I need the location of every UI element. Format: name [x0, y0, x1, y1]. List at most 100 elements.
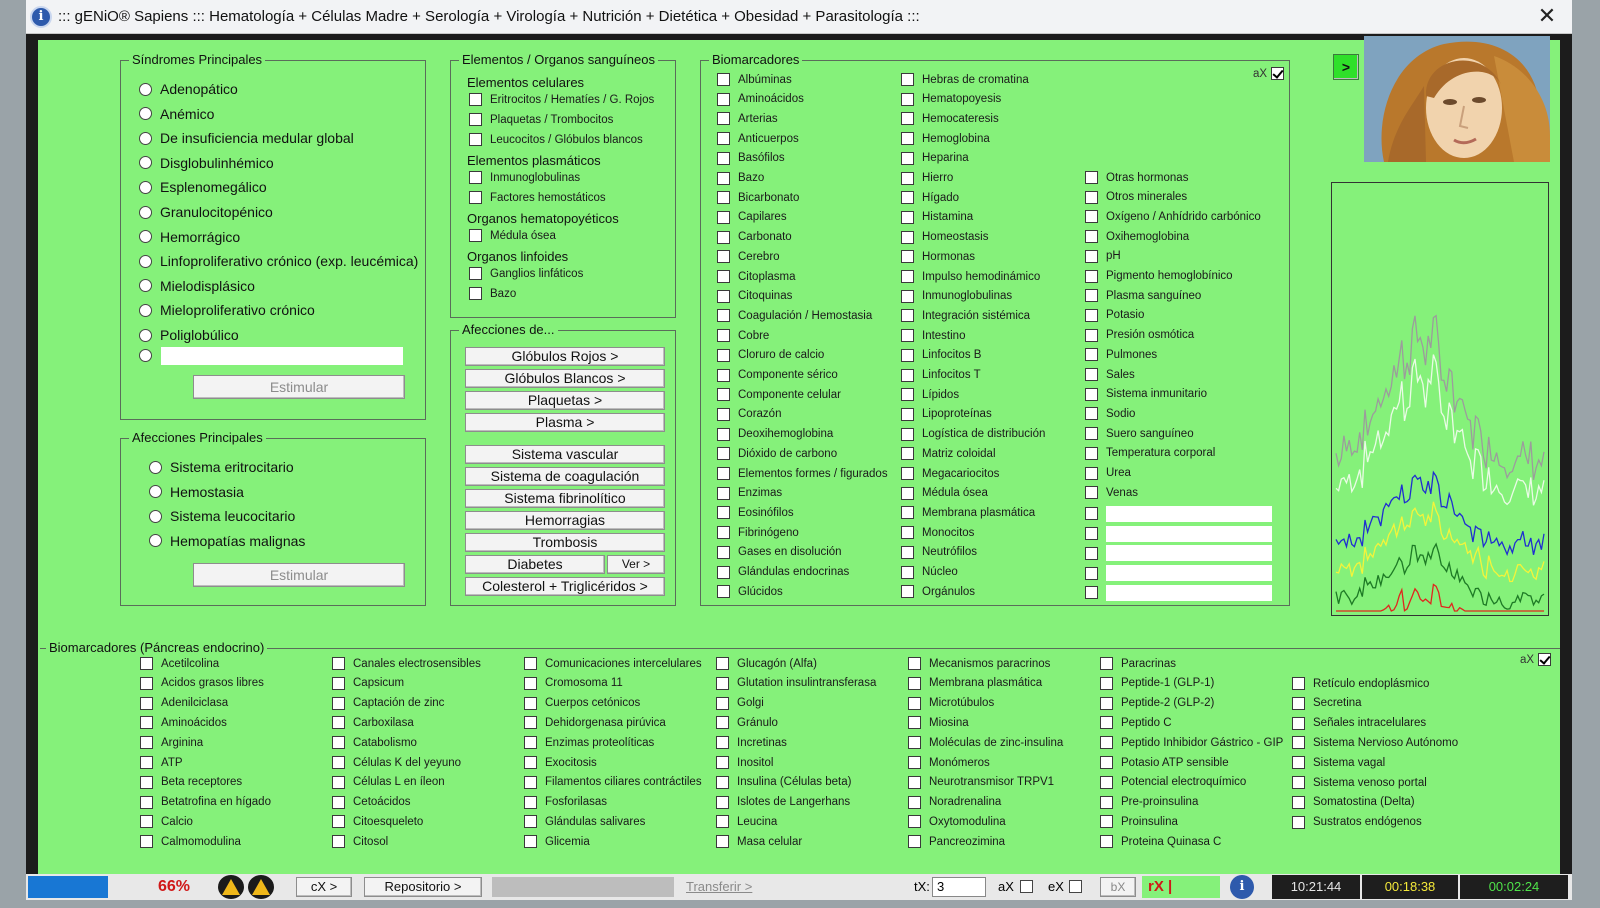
- checkbox[interactable]: [140, 756, 153, 769]
- checkbox[interactable]: [717, 348, 730, 362]
- pancreas-item[interactable]: Glucagón (Alfa): [716, 657, 817, 670]
- biomarcador-item[interactable]: pH: [1085, 249, 1121, 263]
- sindrome-option[interactable]: Linfoproliferativo crónico (exp. leucémi…: [139, 253, 418, 269]
- pancreas-item[interactable]: Golgi: [716, 696, 764, 710]
- pancreas-item[interactable]: Acidos grasos libres: [140, 676, 264, 690]
- biomarcador-item[interactable]: Deoxihemoglobina: [717, 427, 833, 441]
- afeccion-option[interactable]: Hemostasia: [149, 484, 244, 500]
- biomarcador-item[interactable]: Núcleo: [901, 565, 958, 579]
- checkbox[interactable]: [716, 815, 729, 829]
- checkbox[interactable]: [332, 676, 345, 690]
- pancreas-item[interactable]: Paracrinas: [1100, 657, 1176, 670]
- pancreas-item[interactable]: Secretina: [1292, 696, 1362, 710]
- biomarcador-item[interactable]: Glándulas endocrinas: [717, 565, 849, 579]
- checkbox[interactable]: [717, 467, 730, 480]
- afecciones-estimular-button[interactable]: Estimular: [193, 563, 405, 587]
- checkbox[interactable]: [1085, 427, 1098, 441]
- pancreas-item[interactable]: Membrana plasmática: [908, 676, 1042, 690]
- biomarcador-item[interactable]: Hemocateresis: [901, 112, 999, 126]
- checkbox[interactable]: [1085, 527, 1098, 541]
- checkbox[interactable]: [717, 171, 730, 185]
- checkbox[interactable]: [901, 270, 914, 283]
- sindrome-option[interactable]: Disglobulinhémico: [139, 155, 274, 171]
- pancreas-item[interactable]: Noradrenalina: [908, 795, 1001, 809]
- checkbox[interactable]: [901, 526, 914, 540]
- biomarcador-item[interactable]: Membrana plasmática: [901, 506, 1035, 520]
- checkbox[interactable]: [901, 73, 914, 86]
- warning-icon-2[interactable]: [248, 875, 274, 899]
- checkbox[interactable]: [908, 835, 921, 849]
- pancreas-item[interactable]: Monómeros: [908, 756, 990, 769]
- pancreas-item[interactable]: Fosforilasas: [524, 795, 607, 809]
- pancreas-item[interactable]: Somatostina (Delta): [1292, 795, 1415, 809]
- sindrome-option[interactable]: De insuficiencia medular global: [139, 130, 354, 146]
- biomarcador-item[interactable]: Hormonas: [901, 250, 975, 264]
- checkbox[interactable]: [1292, 815, 1305, 829]
- biomarcador-custom-input[interactable]: [1106, 584, 1272, 601]
- biomarcador-item[interactable]: Homeostasis: [901, 230, 988, 244]
- status-info-icon[interactable]: i: [1230, 875, 1254, 899]
- biomarcador-custom[interactable]: [1085, 505, 1272, 522]
- checkbox[interactable]: [901, 289, 914, 303]
- checkbox[interactable]: [717, 73, 730, 86]
- checkbox[interactable]: [901, 230, 914, 244]
- checkbox[interactable]: [716, 835, 729, 849]
- biomarcador-item[interactable]: Componente celular: [717, 388, 841, 402]
- checkbox[interactable]: [716, 676, 729, 690]
- radio-button[interactable]: [139, 230, 152, 244]
- pancreas-item[interactable]: Inositol: [716, 756, 773, 769]
- checkbox[interactable]: [1292, 677, 1305, 690]
- pancreas-item[interactable]: Peptide-1 (GLP-1): [1100, 676, 1214, 690]
- checkbox[interactable]: [1100, 795, 1113, 809]
- afeccion-option[interactable]: Sistema eritrocitario: [149, 459, 294, 475]
- checkbox[interactable]: [1085, 230, 1098, 244]
- checkbox[interactable]: [908, 795, 921, 809]
- pancreas-item[interactable]: Calmomodulina: [140, 835, 241, 849]
- biomarcador-item[interactable]: Venas: [1085, 486, 1138, 500]
- sindrome-option[interactable]: Granulocitopénico: [139, 204, 273, 220]
- ax-checkbox[interactable]: [1271, 67, 1285, 80]
- checkbox[interactable]: [716, 716, 729, 730]
- checkbox[interactable]: [908, 756, 921, 769]
- biomarcador-item[interactable]: Temperatura corporal: [1085, 446, 1215, 460]
- checkbox[interactable]: [901, 407, 914, 421]
- radio-button[interactable]: [139, 82, 152, 96]
- checkbox[interactable]: [332, 795, 345, 809]
- elemento-item[interactable]: Leucocitos / Glóbulos blancos: [469, 133, 643, 146]
- biomarcador-item[interactable]: Matriz coloidal: [901, 447, 996, 461]
- checkbox[interactable]: [332, 736, 345, 750]
- checkbox[interactable]: [524, 696, 537, 710]
- radio-button[interactable]: [139, 328, 152, 342]
- sindrome-option[interactable]: Mieloproliferativo crónico: [139, 302, 315, 318]
- pancreas-item[interactable]: Arginina: [140, 736, 203, 750]
- afeccion-de-button[interactable]: Plaquetas >: [465, 391, 665, 410]
- radio-button[interactable]: [149, 509, 162, 523]
- pancreas-item[interactable]: Sustratos endógenos: [1292, 815, 1422, 829]
- checkbox[interactable]: [908, 775, 921, 789]
- elemento-item[interactable]: Bazo: [469, 287, 516, 300]
- biomarcador-item[interactable]: Linfocitos B: [901, 348, 981, 362]
- pancreas-item[interactable]: Citoesqueleto: [332, 815, 423, 829]
- biomarcador-item[interactable]: Megacariocitos: [901, 467, 999, 480]
- checkbox[interactable]: [717, 289, 730, 303]
- checkbox[interactable]: [1292, 776, 1305, 789]
- biomarcador-item[interactable]: Cobre: [717, 329, 769, 343]
- checkbox[interactable]: [469, 113, 482, 126]
- checkbox[interactable]: [717, 210, 730, 224]
- biomarcador-item[interactable]: Dióxido de carbono: [717, 447, 837, 461]
- afeccion-de-button[interactable]: Hemorragias: [465, 511, 665, 530]
- radio-button[interactable]: [139, 131, 152, 145]
- checkbox[interactable]: [901, 112, 914, 126]
- biomarcador-custom[interactable]: [1085, 525, 1272, 542]
- biomarcador-item[interactable]: Hematopoyesis: [901, 92, 1001, 106]
- ver-button[interactable]: Ver >: [607, 555, 665, 574]
- biomarcador-item[interactable]: Sistema inmunitario: [1085, 387, 1207, 401]
- elemento-item[interactable]: Inmunoglobulinas: [469, 171, 580, 184]
- checkbox[interactable]: [716, 795, 729, 809]
- biomarcador-item[interactable]: Orgánulos: [901, 585, 975, 599]
- checkbox[interactable]: [717, 486, 730, 500]
- biomarcador-item[interactable]: Cerebro: [717, 250, 780, 264]
- sindrome-option-custom[interactable]: [139, 349, 160, 362]
- checkbox[interactable]: [1100, 756, 1113, 769]
- biomarcador-item[interactable]: Integración sistémica: [901, 309, 1030, 323]
